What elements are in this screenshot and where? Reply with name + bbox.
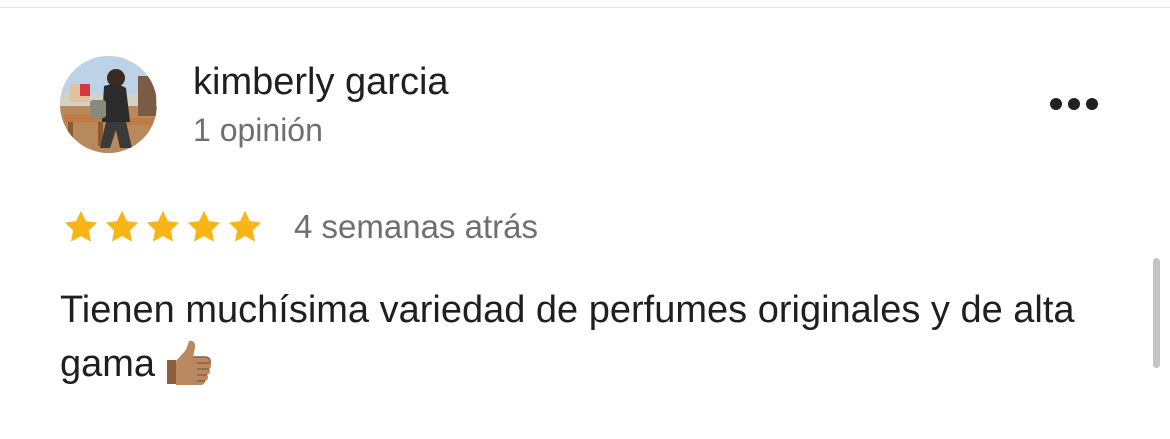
rating-row: 4 semanas atrás [62,204,538,250]
star-icon [103,208,141,246]
star-rating [62,208,264,246]
review-text: Tienen muchísima variedad de perfumes or… [60,283,1120,403]
author-name[interactable]: kimberly garcia [193,58,449,106]
star-icon [226,208,264,246]
avatar[interactable] [60,56,157,153]
star-icon [62,208,100,246]
avatar-photo [60,56,157,153]
star-icon [185,208,223,246]
divider [0,7,1170,8]
review-date: 4 semanas atrás [294,208,538,245]
more-dot [1068,98,1080,110]
more-options-button[interactable] [1042,84,1106,124]
more-dot [1050,98,1062,110]
thumbs-up-icon [163,338,213,403]
review-count: 1 opinión [193,112,323,148]
star-icon [144,208,182,246]
review-card: kimberly garcia 1 opinión 4 semanas atrá… [0,0,1170,439]
scrollbar[interactable] [1153,258,1160,368]
more-dot [1086,98,1098,110]
